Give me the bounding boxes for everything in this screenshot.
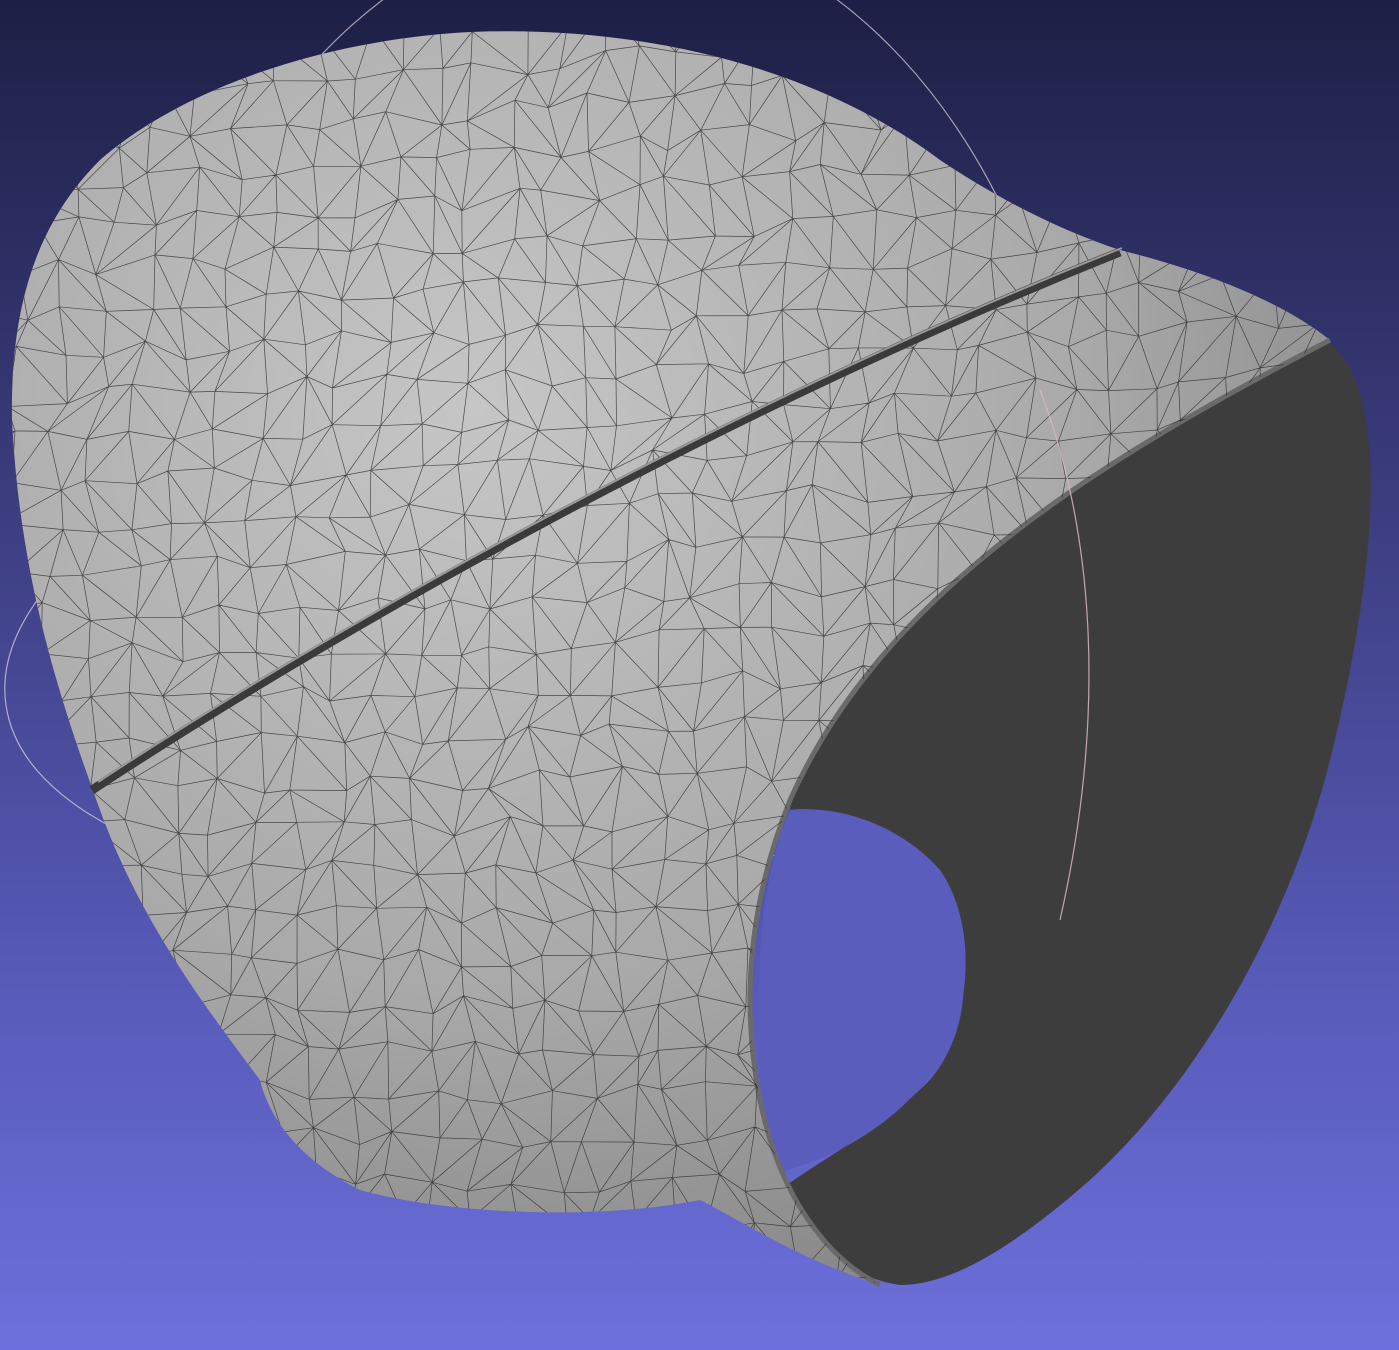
mesh-scene[interactable] [0,0,1399,1350]
3d-viewport[interactable] [0,0,1399,1350]
